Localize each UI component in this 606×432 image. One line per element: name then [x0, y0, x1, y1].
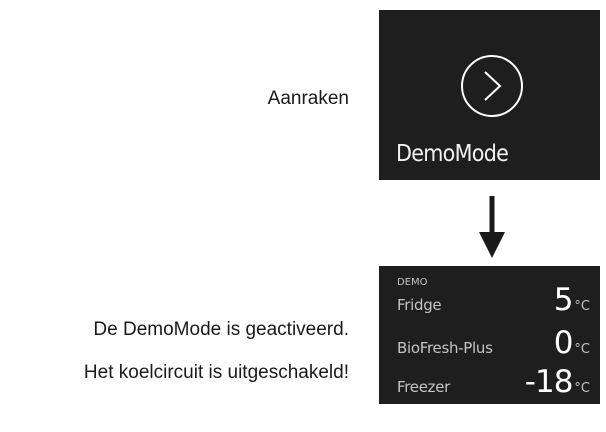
zone-name: Freezer [397, 378, 451, 396]
temperature-value: 0 [553, 325, 574, 361]
temperature-unit: °C [574, 299, 590, 314]
demomode-button[interactable]: DemoMode [379, 10, 600, 180]
zone-temperature: 0 °C [554, 325, 590, 361]
cooling-circuit-off-text: Het koelcircuit is uitgeschakeld! [83, 362, 349, 383]
zone-temperature: -18 °C [525, 364, 590, 400]
zone-row-biofresh: BioFresh-Plus 0 °C [397, 323, 590, 363]
zone-name: BioFresh-Plus [397, 339, 493, 357]
demomode-label: DemoMode [396, 141, 509, 167]
zone-name: Fridge [397, 296, 442, 314]
touch-instruction: Aanraken [267, 88, 349, 109]
demo-activated-text: De DemoMode is geactiveerd. [93, 319, 349, 340]
temperature-value: -18 [524, 364, 574, 400]
zone-temperature: 5 °C [554, 282, 590, 318]
zone-row-freezer: Freezer -18 °C [397, 362, 590, 402]
arrow-down-icon [479, 196, 505, 258]
temperature-unit: °C [574, 342, 590, 357]
zone-row-fridge: DEMO Fridge 5 °C [397, 277, 590, 320]
chevron-right-circle-icon [461, 55, 523, 117]
demo-tag: DEMO [397, 277, 428, 288]
temperature-value: 5 [553, 282, 574, 318]
temperature-status-panel: DEMO Fridge 5 °C BioFresh-Plus 0 °C Freeze… [379, 266, 600, 404]
temperature-unit: °C [574, 381, 590, 396]
